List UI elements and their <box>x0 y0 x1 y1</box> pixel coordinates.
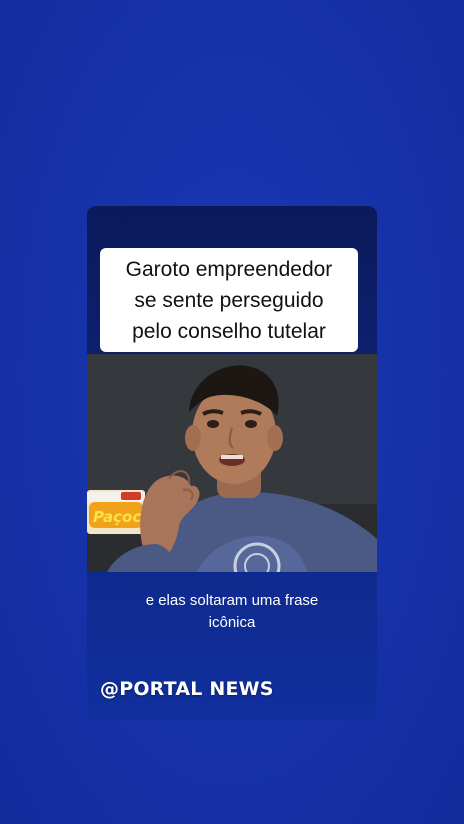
channel-watermark: @PORTAL NEWS <box>100 678 274 700</box>
headline-box: Garoto empreendedor se sente perseguido … <box>100 248 358 352</box>
headline-text: Garoto empreendedor se sente perseguido … <box>125 257 333 343</box>
video-post-card[interactable]: Garoto empreendedor se sente perseguido … <box>87 206 377 720</box>
subtitle-caption: e elas soltaram uma frase icônica <box>145 592 319 631</box>
video-frame[interactable]: Paçoca <box>87 354 377 572</box>
video-thumbnail-image: Paçoca <box>87 354 377 572</box>
screen: Garoto empreendedor se sente perseguido … <box>0 0 464 824</box>
